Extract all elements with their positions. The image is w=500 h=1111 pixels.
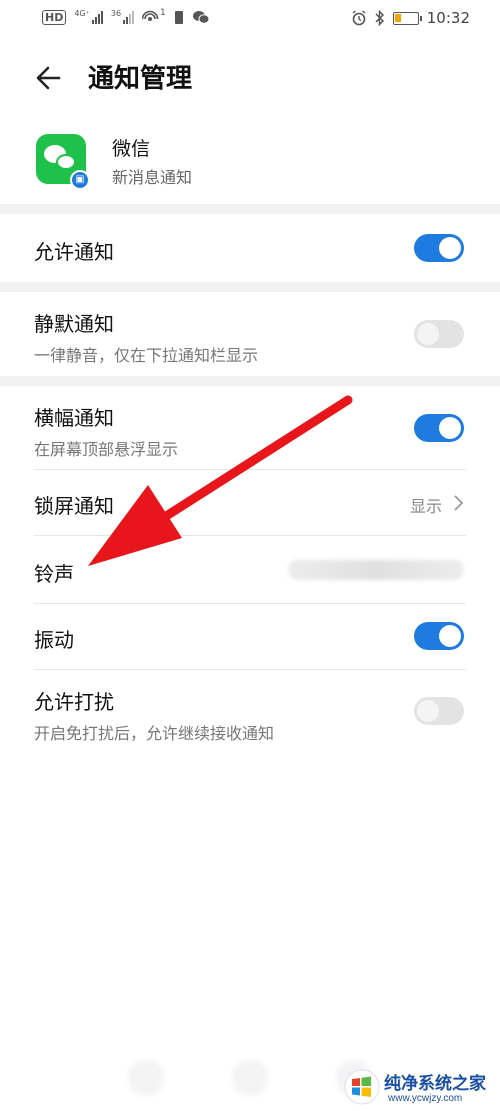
silent-notifications-toggle[interactable] <box>414 320 464 348</box>
setting-label: 允许打扰 <box>34 690 114 714</box>
cell-signal-2-icon: 36 <box>110 9 135 24</box>
sim-icon <box>174 10 183 24</box>
app-twin-icon: ▣ <box>70 170 90 190</box>
section-divider <box>0 282 500 292</box>
page-header: 通知管理 <box>0 40 500 116</box>
alarm-icon <box>352 10 366 26</box>
nav-home-button[interactable] <box>232 1060 268 1096</box>
windows-logo-icon <box>344 1069 380 1105</box>
setting-label: 锁屏通知 <box>34 494 114 518</box>
cell-signal-icon: 4G⁺ <box>74 10 103 24</box>
setting-label: 静默通知 <box>34 312 114 336</box>
watermark: 纯净系统之家 www.ycwjzy.com <box>338 1063 500 1111</box>
hotspot-icon <box>142 10 159 21</box>
watermark-title: 纯净系统之家 <box>384 1074 486 1094</box>
hd-badge: HD <box>42 9 67 25</box>
app-info: ▣ 微信 新消息通知 <box>0 116 500 204</box>
setting-banner-notifications[interactable]: 横幅通知 在屏幕顶部悬浮显示 <box>0 386 500 470</box>
setting-ringtone[interactable]: 铃声 <box>0 536 500 604</box>
wechat-icon: ▣ <box>36 134 90 190</box>
setting-description: 一律静音，仅在下拉通知栏显示 <box>34 346 259 365</box>
chevron-right-icon <box>454 495 464 511</box>
banner-notifications-toggle[interactable] <box>414 414 464 442</box>
allow-interruptions-toggle[interactable] <box>414 697 464 725</box>
setting-description: 在屏幕顶部悬浮显示 <box>34 440 179 459</box>
vibrate-toggle[interactable] <box>414 622 464 650</box>
lockscreen-value: 显示 <box>409 497 442 516</box>
ringtone-value-blurred <box>288 560 464 580</box>
app-subtitle: 新消息通知 <box>112 168 193 187</box>
setting-allow-notifications[interactable]: 允许通知 <box>0 214 500 282</box>
section-divider <box>0 204 500 214</box>
setting-label: 振动 <box>34 628 74 652</box>
status-right: 10:32 <box>351 9 470 27</box>
section-divider <box>0 376 500 386</box>
clock: 10:32 <box>426 9 470 27</box>
setting-label: 铃声 <box>34 562 74 586</box>
wechat-notify-icon <box>192 10 210 24</box>
nav-back-button[interactable] <box>128 1060 164 1096</box>
hotspot-count: 1 <box>160 8 166 18</box>
watermark-url: www.ycwjzy.com <box>388 1093 463 1104</box>
signal2-label: 36 <box>110 9 122 18</box>
setting-silent-notifications[interactable]: 静默通知 一律静音，仅在下拉通知栏显示 <box>0 292 500 376</box>
arrow-left-icon[interactable] <box>33 62 65 94</box>
setting-vibrate[interactable]: 振动 <box>0 604 500 670</box>
setting-allow-interruptions[interactable]: 允许打扰 开启免打扰后，允许继续接收通知 <box>0 670 500 754</box>
status-left: HD 4G⁺ 36 1 <box>42 8 210 25</box>
bluetooth-icon <box>375 10 384 26</box>
status-bar: HD 4G⁺ 36 1 10:32 <box>0 0 500 40</box>
battery-icon <box>392 11 422 25</box>
signal1-label: 4G⁺ <box>74 9 90 18</box>
setting-label: 允许通知 <box>34 240 114 264</box>
page-title: 通知管理 <box>88 64 193 94</box>
app-name: 微信 <box>112 138 151 160</box>
setting-lockscreen-notifications[interactable]: 锁屏通知 显示 <box>0 470 500 536</box>
setting-label: 横幅通知 <box>34 406 114 430</box>
setting-description: 开启免打扰后，允许继续接收通知 <box>34 724 275 743</box>
allow-notifications-toggle[interactable] <box>414 234 464 262</box>
